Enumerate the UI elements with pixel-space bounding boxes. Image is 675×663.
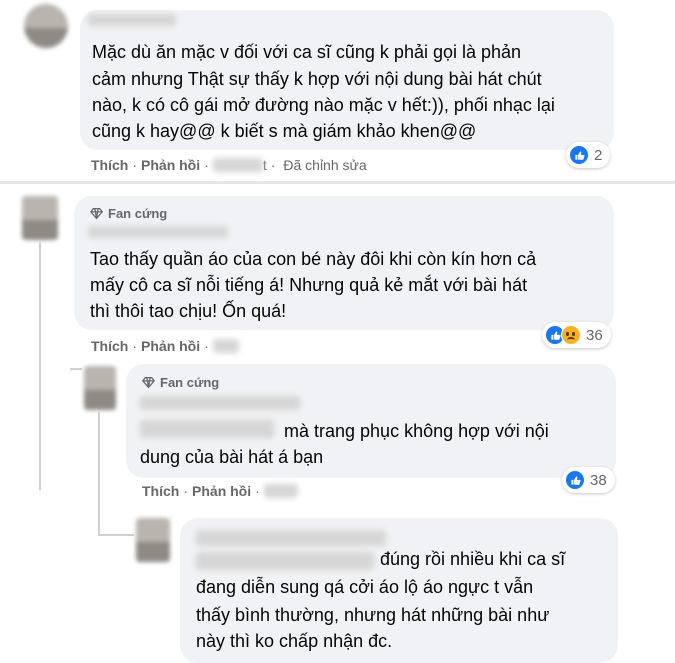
timestamp-redacted [263,484,298,498]
reaction-count: 2 [594,146,603,164]
badge-label: Fan cứng [108,206,168,221]
avatar[interactable] [136,518,170,562]
comment-text-line: thì thôi tao chịu! Ốn quá! [90,301,287,321]
avatar[interactable] [24,4,68,48]
comment-actions: Thích · Phản hồi · [142,483,298,499]
comment-text-line: đang diễn sung qá cởi áo lộ áo ngực t vẫ… [196,577,534,597]
screenshot-divider [0,181,675,184]
sad-icon [561,325,581,345]
reaction-count: 36 [586,326,603,344]
author-name-redacted [140,396,300,410]
comment-text-line: nào, k có cô gái mở đường nào mặc v hết:… [92,95,555,115]
reaction-count: 38 [590,471,607,489]
comment-text-line: Tao thấy quần áo của con bé này đôi khi … [90,249,537,269]
like-button[interactable]: Thích [91,157,128,173]
reply-button[interactable]: Phản hồi [141,157,200,173]
diamond-icon [142,376,155,389]
thread-line [39,242,41,490]
comment-text-line: cũng k hay@@ k biết s mà giám khảo khen@… [92,121,477,141]
edited-label: Đã chỉnh sửa [283,157,367,173]
reply-button[interactable]: Phản hồi [192,483,251,499]
top-fan-badge: Fan cứng [90,206,167,221]
comment-text-line: thấy bình thường, nhưng hát những bài nh… [196,605,550,625]
comment-text-line: cảm nhưng Thật sự thấy k hợp với nội dun… [92,69,542,89]
comment-actions: Thích · Phản hồi · t · Đã chỉnh sửa [91,157,367,173]
like-icon [569,145,589,165]
screenshot-edge [620,500,675,663]
reaction-summary[interactable]: 2 [566,142,611,168]
comment-text-line: đúng rồi nhiều khi ca sĩ [380,549,566,569]
mention-redacted[interactable] [196,552,374,570]
like-icon [565,470,585,490]
diamond-icon [90,207,103,220]
timestamp-redacted [212,158,263,172]
comment-text-line: mà trang phục không hợp với nội [284,421,549,441]
author-name-redacted [196,530,386,546]
avatar[interactable] [22,196,58,240]
comment-text-line: này thì ko chấp nhận đc. [196,631,393,651]
like-button[interactable]: Thích [142,483,179,499]
like-button[interactable]: Thích [91,338,128,354]
thread-line [98,412,100,534]
author-name-redacted [88,14,176,26]
mention-redacted[interactable] [140,420,274,438]
comment-actions: Thích · Phản hồi · [91,338,239,354]
comment-text-line: mấy cô ca sĩ nỗi tiếng á! Nhưng quả kẻ m… [90,275,528,295]
badge-label: Fan cứng [160,375,220,390]
timestamp-redacted [212,339,239,353]
thread-branch [98,534,134,536]
reaction-summary[interactable]: 38 [562,467,615,493]
avatar[interactable] [84,366,116,410]
reply-button[interactable]: Phản hồi [141,338,200,354]
comment-text-line: dung của bài hát á bạn [140,447,324,467]
reaction-summary[interactable]: 36 [542,322,611,348]
top-fan-badge: Fan cứng [142,375,219,390]
thread-branch [70,368,82,370]
comment-text-line: Mặc dù ăn mặc v đối với ca sĩ cũng k phả… [92,42,522,62]
timestamp[interactable]: t [263,157,267,173]
author-name-redacted [88,226,228,238]
